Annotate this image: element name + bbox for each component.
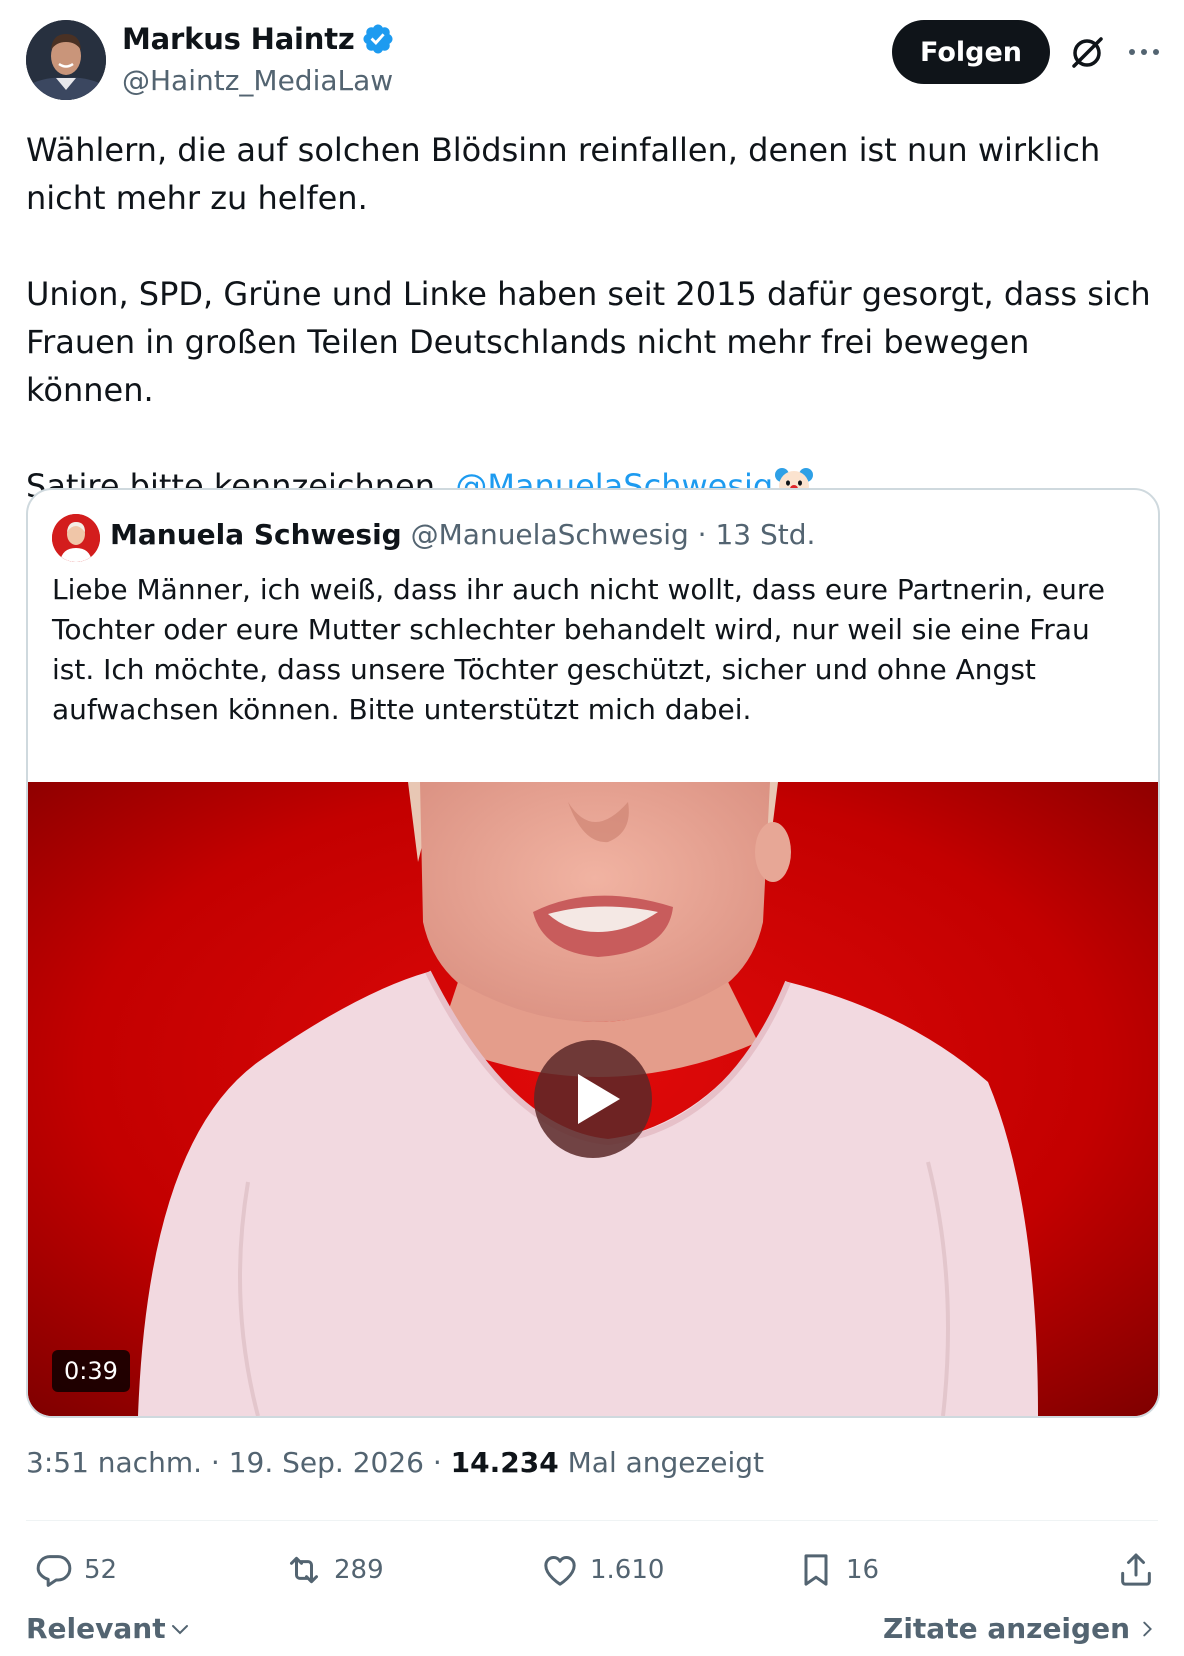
grok-icon[interactable] [1066,32,1108,74]
quoted-author-avatar[interactable] [52,514,100,562]
follow-button[interactable]: Folgen [892,20,1050,84]
post-paragraph: Wählern, die auf solchen Blödsinn reinfa… [26,131,1101,217]
post-date[interactable]: 19. Sep. 2026 [229,1446,424,1479]
sort-dropdown[interactable]: Relevant [26,1612,192,1645]
quoted-post-text: Liebe Männer, ich weiß, dass ihr auch ni… [52,573,1106,726]
post-paragraph: Union, SPD, Grüne und Linke haben seit 2… [26,275,1151,409]
reply-count: 52 [84,1555,118,1585]
more-icon[interactable] [1124,32,1164,72]
quoted-post-header: Manuela Schwesig @ManuelaSchwesig · 13 S… [110,518,815,551]
quoted-author-handle[interactable]: @ManuelaSchwesig [411,518,689,551]
post-meta: 3:51 nachm. · 19. Sep. 2026 · 14.234 Mal… [26,1446,764,1479]
video-player[interactable]: 0:39 [28,782,1158,1416]
like-button[interactable]: 1.610 [540,1550,664,1590]
author-avatar[interactable] [26,20,106,100]
heart-icon [544,1556,576,1586]
meta-separator: · [202,1446,229,1479]
like-count: 1.610 [590,1555,665,1585]
share-icon [1121,1553,1151,1586]
action-bar: 52 289 1.610 16 [26,1550,1158,1594]
repost-button[interactable]: 289 [284,1550,384,1590]
reply-button[interactable]: 52 [34,1550,117,1590]
author-name-row: Markus Haintz [122,22,395,56]
meta-separator: · [423,1446,451,1479]
replies-footer: Relevant Zitate anzeigen [26,1612,1158,1656]
quoted-post-time: · 13 Std. [688,518,816,551]
author-display-name[interactable]: Markus Haintz [122,22,355,56]
views-count: 14.234 [450,1446,559,1479]
view-quotes-label: Zitate anzeigen [883,1612,1130,1645]
quoted-post[interactable]: Manuela Schwesig @ManuelaSchwesig · 13 S… [26,488,1160,1418]
play-button[interactable] [534,1040,652,1158]
repost-icon [290,1556,318,1584]
bookmark-count: 16 [846,1555,880,1585]
share-button[interactable] [1116,1550,1156,1590]
repost-count: 289 [334,1555,384,1585]
view-quotes-link[interactable]: Zitate anzeigen [883,1612,1158,1645]
play-icon [578,1074,620,1124]
quoted-author-name[interactable]: Manuela Schwesig [110,518,402,551]
bookmark-icon [804,1554,828,1586]
author-handle[interactable]: @Haintz_MediaLaw [122,64,393,97]
chevron-right-icon [1143,1621,1152,1636]
divider [26,1520,1158,1521]
chevron-down-icon [171,1624,188,1634]
verified-badge-icon[interactable] [361,22,395,56]
video-duration: 0:39 [52,1350,130,1392]
sort-label: Relevant [26,1612,166,1645]
post: Markus Haintz @Haintz_MediaLaw Folgen Wä… [26,18,1160,1645]
reply-icon [36,1555,72,1587]
views-label: Mal angezeigt [558,1446,764,1479]
bookmark-button[interactable]: 16 [796,1550,879,1590]
post-header: Markus Haintz @Haintz_MediaLaw Folgen [26,18,1159,102]
post-time[interactable]: 3:51 nachm. [26,1446,202,1479]
